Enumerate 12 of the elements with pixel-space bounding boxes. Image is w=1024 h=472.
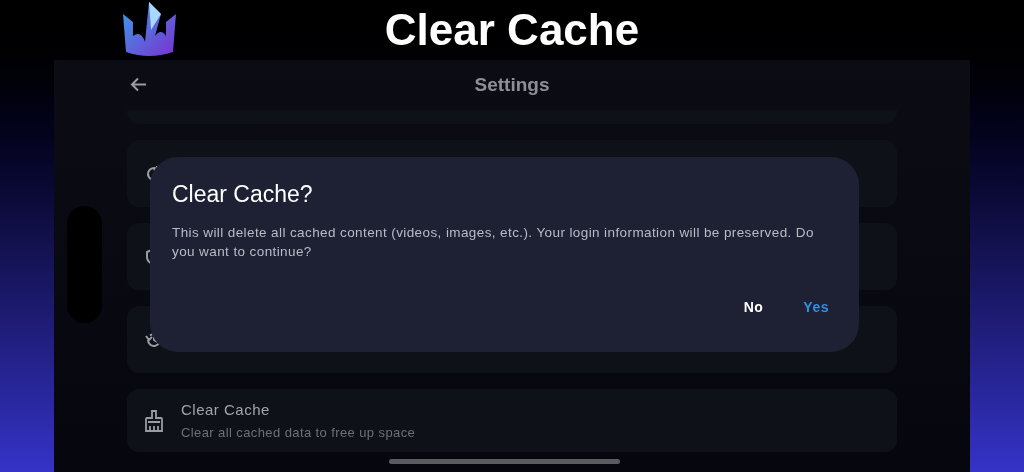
settings-item[interactable]: Clear Cache Clear all cached data to free up space [127, 389, 897, 452]
confirm-button[interactable]: Yes [803, 297, 829, 318]
crown-logo-icon [121, 0, 178, 57]
item-title: Clear Cache [181, 399, 271, 420]
banner-title: Clear Cache [384, 8, 640, 52]
item-subtitle: Clear all cached data to free up space [181, 424, 416, 442]
dialog-title: Clear Cache? [172, 180, 314, 209]
broom-icon [144, 409, 164, 432]
dialog-message: This will delete all cached content (videos, images, etc.). Your login information will be preserved. Do you want to continue? [172, 224, 815, 261]
cancel-button[interactable]: No [743, 297, 764, 318]
back-arrow-icon[interactable] [130, 77, 147, 92]
screen-title: Settings [474, 72, 550, 97]
